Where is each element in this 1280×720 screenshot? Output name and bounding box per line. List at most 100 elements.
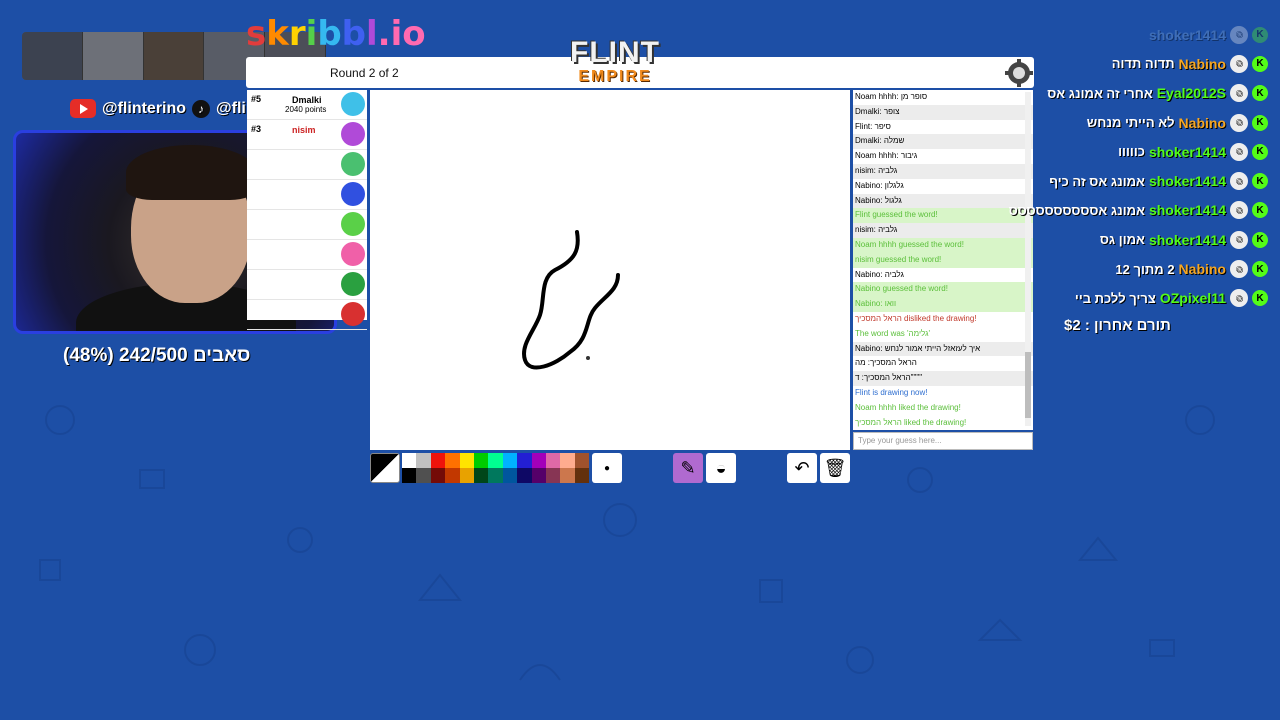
chat-message: Nabino: איך לעזאזל הייתי אמור לנחש: [853, 341, 1033, 357]
stream-chat: shoker1414 ☺ K תדוה תדוה Nabino ☺ K אחרי זה אמו…: [988, 20, 1268, 313]
stream-chat-message: אמונג אסססססססססס: [1008, 202, 1145, 218]
flint-empire-logo: FLINT EMPIRE: [562, 38, 668, 94]
user-avatar-icon: ☺: [1230, 201, 1248, 220]
kick-badge-icon: K: [1252, 202, 1268, 219]
subscriber-goal: סאבים 242/500 (48%): [63, 345, 251, 366]
player-row[interactable]: [247, 180, 367, 210]
chat-message: The word was 'גלימה': [853, 326, 1033, 342]
palette-color[interactable]: [574, 453, 590, 468]
player-avatar: [341, 212, 365, 236]
player-name: nisim: [292, 125, 316, 135]
stream-chat-row: כווווו shoker1414 ☺ K: [988, 137, 1268, 166]
stream-chat-row: אמונג אס זה כיף shoker1414 ☺ K: [988, 166, 1268, 195]
palette-color[interactable]: [402, 468, 417, 483]
palette-color[interactable]: [445, 453, 460, 468]
stream-chat-message: אמונג אס זה כיף: [1049, 173, 1145, 189]
stream-chat-username: shoker1414: [1148, 26, 1226, 43]
stream-chat-username: Nabino: [1178, 261, 1226, 278]
palette-color[interactable]: [560, 468, 575, 483]
stream-chat-message: לא הייתי מנחש: [1086, 115, 1175, 131]
player-avatar: [341, 302, 365, 326]
palette-color[interactable]: [531, 468, 546, 483]
clear-button[interactable]: 🗑: [820, 453, 850, 483]
player-row[interactable]: #5 Dmalki 2040 points: [247, 90, 367, 120]
palette-color[interactable]: [560, 453, 575, 468]
palette-color[interactable]: [545, 453, 561, 468]
player-avatar: [341, 242, 365, 266]
stream-chat-row: 2 מתוך 12 Nabino ☺ K: [988, 254, 1268, 283]
stream-chat-username: Nabino: [1178, 114, 1226, 131]
kick-badge-icon: K: [1252, 114, 1268, 131]
undo-icon: ↶: [794, 457, 810, 478]
chat-message: הראל המסכיך liked the drawing!: [853, 415, 1033, 430]
palette-color[interactable]: [488, 468, 503, 483]
palette-color[interactable]: [545, 468, 561, 483]
player-avatar: [341, 92, 365, 116]
palette-color[interactable]: [473, 453, 489, 468]
palette-color[interactable]: [517, 453, 532, 468]
player-avatar: [341, 122, 365, 146]
palette-color[interactable]: [502, 468, 518, 483]
player-row[interactable]: [247, 300, 367, 330]
fill-tool-button[interactable]: ◒: [706, 453, 736, 483]
palette-color[interactable]: [459, 468, 474, 483]
brush-size-button[interactable]: ●: [592, 453, 622, 483]
palette-color[interactable]: [488, 453, 503, 468]
palette-color[interactable]: [416, 453, 431, 468]
user-avatar-icon: ☺: [1230, 84, 1248, 103]
player-points: 2040 points: [285, 105, 327, 114]
palette-color[interactable]: [531, 453, 546, 468]
player-row[interactable]: [247, 240, 367, 270]
player-row[interactable]: #3 nisim: [247, 120, 367, 150]
kick-badge-icon: K: [1252, 173, 1268, 190]
brand-top: FLINT: [570, 36, 660, 69]
kick-badge-icon: K: [1252, 143, 1268, 160]
palette-color[interactable]: [430, 468, 446, 483]
palette-color[interactable]: [473, 468, 489, 483]
palette-color[interactable]: [517, 468, 532, 483]
chat-scroll-thumb[interactable]: [1025, 352, 1031, 418]
user-avatar-icon: ☺: [1230, 230, 1248, 249]
kick-badge-icon: K: [1252, 231, 1268, 248]
user-avatar-icon: ☺: [1230, 289, 1248, 308]
user-avatar-icon: ☺: [1230, 260, 1248, 279]
player-row[interactable]: [247, 150, 367, 180]
palette-color[interactable]: [402, 453, 417, 468]
player-row[interactable]: [247, 270, 367, 300]
palette-color[interactable]: [430, 453, 446, 468]
chat-message: Flint is drawing now!: [853, 385, 1033, 401]
round-indicator: Round 2 of 2: [330, 66, 399, 80]
player-name: Dmalki: [292, 95, 322, 105]
user-avatar-icon: ☺: [1230, 54, 1248, 73]
pencil-tool-button[interactable]: ✎: [673, 453, 703, 483]
palette-color[interactable]: [502, 453, 518, 468]
stream-chat-row: צריך ללכת ביי OZpixel11 ☺ K: [988, 284, 1268, 313]
player-avatar: [341, 152, 365, 176]
player-list: #5 Dmalki 2040 points #3 nisim: [247, 90, 367, 330]
palette-color[interactable]: [416, 468, 431, 483]
kick-badge-icon: K: [1252, 26, 1268, 43]
stream-chat-message: כווווו: [1118, 144, 1145, 160]
youtube-handle: @flinterino: [102, 99, 187, 117]
user-avatar-icon: ☺: [1230, 142, 1248, 161]
undo-button[interactable]: ↶: [787, 453, 817, 483]
color-preview[interactable]: [370, 453, 400, 483]
stream-chat-message: תדוה תדוה: [1111, 56, 1175, 72]
palette-color[interactable]: [459, 453, 474, 468]
last-donation: תורם אחרון : $2: [1064, 317, 1171, 334]
skribbl-logo: skribbl.io: [246, 14, 426, 54]
player-row[interactable]: [247, 210, 367, 240]
guess-input[interactable]: Type your guess here...: [853, 432, 1033, 450]
player-rank: #3: [251, 124, 262, 134]
kick-badge-icon: K: [1252, 290, 1268, 307]
user-avatar-icon: ☺: [1230, 113, 1248, 132]
youtube-icon: [70, 99, 96, 118]
stream-chat-message: 2 מתוך 12: [1115, 261, 1175, 277]
stream-chat-username: shoker1414: [1148, 173, 1226, 190]
palette-color[interactable]: [574, 468, 590, 483]
drawing-canvas[interactable]: [370, 90, 850, 450]
stream-chat-username: Nabino: [1178, 55, 1226, 72]
palette-color[interactable]: [445, 468, 460, 483]
stream-chat-username: Eyal2012S: [1156, 85, 1226, 102]
bucket-icon: ◒: [715, 457, 727, 478]
